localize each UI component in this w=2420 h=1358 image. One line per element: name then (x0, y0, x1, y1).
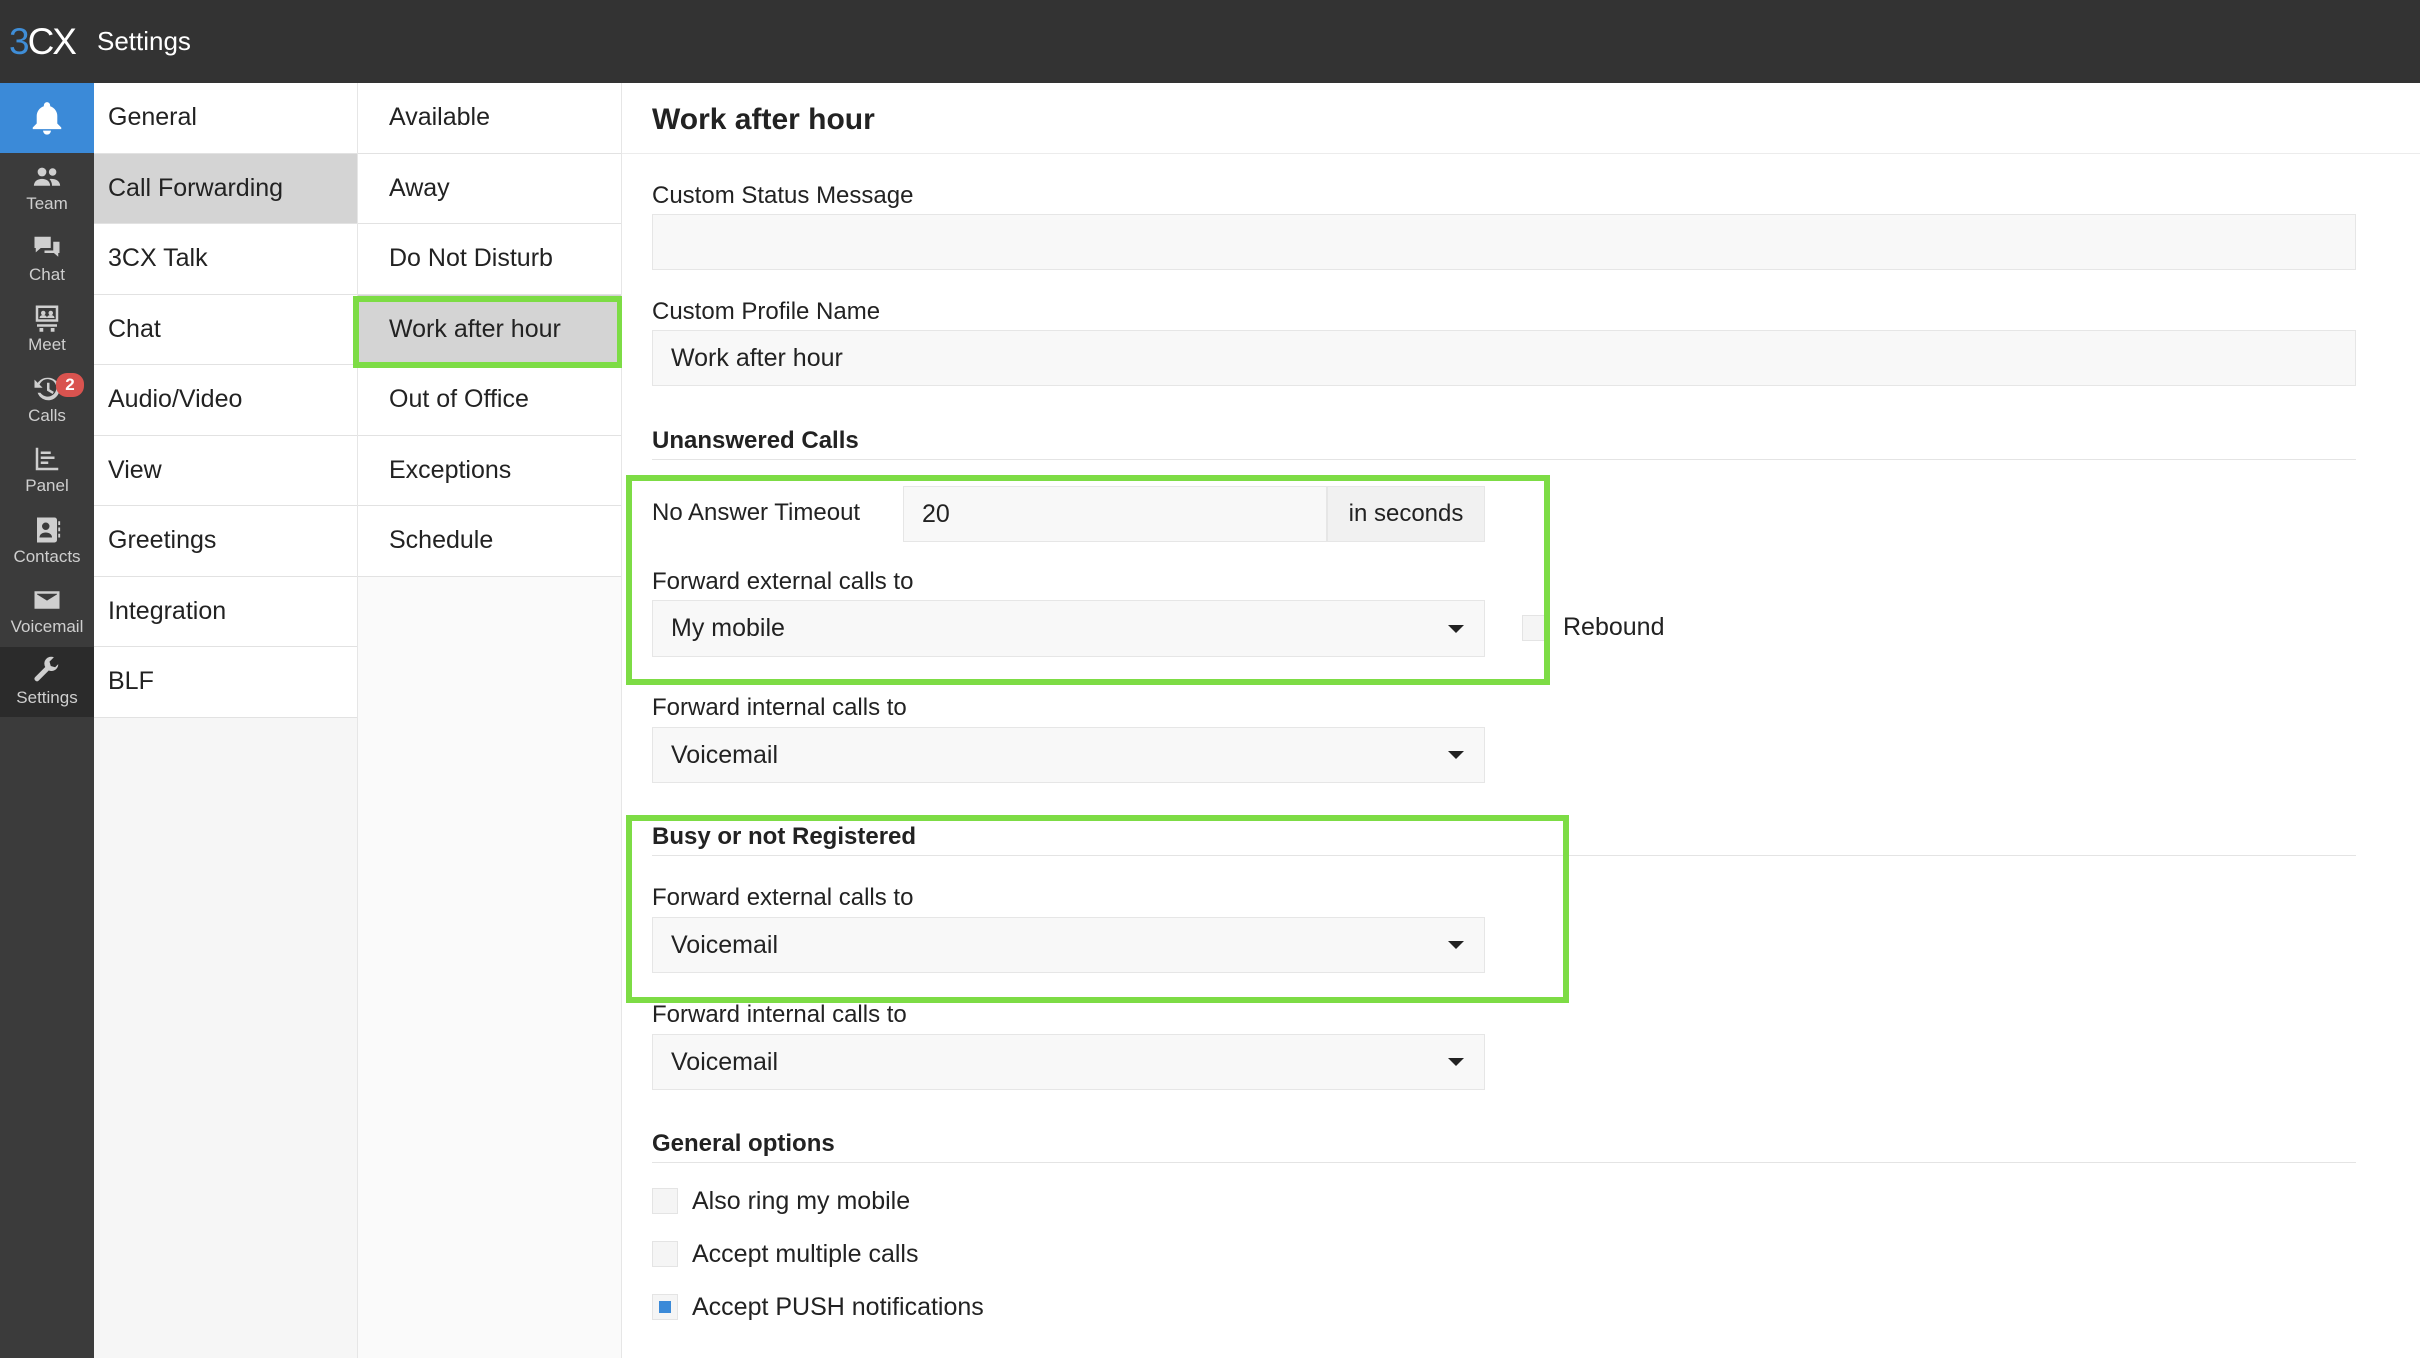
profile-item-schedule[interactable]: Schedule (358, 506, 621, 577)
unanswered-divider (652, 459, 2356, 460)
menu-item-view[interactable]: View (94, 435, 357, 506)
voicemail-icon (34, 591, 60, 609)
meet-icon (35, 305, 59, 332)
page-title: Work after hour (652, 103, 875, 136)
menu-item-chat[interactable]: Chat (94, 294, 357, 365)
rail-meet[interactable]: Meet (0, 294, 94, 365)
menu-item-general[interactable]: General (94, 83, 357, 154)
top-bar: 3 CX Settings (0, 0, 2420, 83)
rail-label-chat: Chat (29, 264, 65, 284)
profile-item-away[interactable]: Away (358, 153, 621, 224)
busy-heading: Busy or not Registered (652, 823, 917, 850)
general-options-divider (652, 1162, 2356, 1163)
unanswered-external-select[interactable]: My mobile (652, 600, 1485, 657)
rail-team[interactable]: Team (0, 153, 94, 224)
custom-profile-input[interactable]: Work after hour (652, 330, 2356, 386)
rail-label-panel: Panel (25, 476, 69, 496)
chevron-down-icon (1448, 624, 1464, 633)
rail-label-voicemail: Voicemail (10, 617, 84, 637)
main-panel: Work after hour Custom Status Message Cu… (622, 83, 2420, 1358)
rail-settings[interactable]: Settings (0, 646, 94, 717)
rail-calls[interactable]: Calls 2 (0, 365, 94, 436)
unanswered-internal-select[interactable]: Voicemail (652, 727, 1485, 783)
no-answer-timeout-input[interactable]: 20 (903, 486, 1327, 542)
rail-contacts[interactable]: Contacts (0, 506, 94, 577)
missed-calls-badge: 2 (56, 372, 84, 397)
profiles-menu: Available Away Do Not Disturb Work after… (358, 83, 622, 1358)
rebound-label: Rebound (1563, 613, 1665, 641)
chat-icon (34, 236, 60, 257)
menu-item-greetings[interactable]: Greetings (94, 506, 357, 577)
team-icon (33, 167, 61, 186)
settings-menu: General Call Forwarding 3CX Talk Chat Au… (94, 83, 358, 1358)
menu-item-3cx-talk[interactable]: 3CX Talk (94, 224, 357, 295)
timeout-unit-addon: in seconds (1327, 486, 1485, 542)
wrench-icon (34, 656, 59, 681)
unanswered-external-value: My mobile (671, 614, 785, 642)
unanswered-internal-value: Voicemail (671, 740, 778, 769)
chevron-down-icon (1448, 1058, 1464, 1066)
profile-item-available[interactable]: Available (358, 83, 621, 154)
custom-status-input[interactable] (652, 214, 2356, 270)
logo-part-cx: CX (27, 20, 77, 62)
rail-notifications[interactable] (0, 83, 94, 153)
multiple-calls-label: Accept multiple calls (692, 1240, 919, 1268)
no-answer-timeout-label: No Answer Timeout (652, 499, 861, 526)
icon-rail: Team Chat Meet Calls 2 Panel Contacts Vo… (0, 83, 94, 1358)
rebound-checkbox[interactable] (1522, 615, 1548, 641)
panel-icon (35, 448, 59, 471)
multiple-calls-checkbox[interactable] (652, 1241, 678, 1267)
profile-item-do-not-disturb[interactable]: Do Not Disturb (358, 224, 621, 295)
push-notifications-label: Accept PUSH notifications (692, 1293, 984, 1321)
rail-label-meet: Meet (28, 335, 66, 355)
profile-item-work-after-hour[interactable]: Work after hour (358, 294, 621, 365)
logo-part-3: 3 (9, 20, 30, 62)
contacts-icon (37, 517, 61, 543)
busy-external-value: Voicemail (671, 930, 778, 959)
unanswered-internal-label: Forward internal calls to (652, 694, 907, 721)
ring-mobile-label: Also ring my mobile (692, 1187, 911, 1215)
busy-external-select[interactable]: Voicemail (652, 917, 1485, 973)
ring-mobile-checkbox[interactable] (652, 1188, 678, 1214)
custom-status-label: Custom Status Message (652, 182, 914, 209)
busy-external-label: Forward external calls to (652, 884, 914, 911)
push-notifications-checkbox[interactable] (652, 1294, 678, 1320)
menu-item-integration[interactable]: Integration (94, 576, 357, 647)
busy-divider (652, 855, 2356, 856)
rail-label-team: Team (26, 194, 68, 214)
rail-chat[interactable]: Chat (0, 224, 94, 295)
rail-voicemail[interactable]: Voicemail (0, 576, 94, 647)
busy-internal-label: Forward internal calls to (652, 1001, 907, 1028)
custom-profile-label: Custom Profile Name (652, 298, 881, 325)
chevron-down-icon (1448, 751, 1464, 759)
bell-icon (32, 102, 62, 135)
rail-label-settings: Settings (16, 687, 78, 707)
rail-label-contacts: Contacts (13, 546, 81, 566)
menu-item-audio-video[interactable]: Audio/Video (94, 365, 357, 436)
general-options-heading: General options (652, 1130, 835, 1157)
unanswered-external-label: Forward external calls to (652, 568, 914, 595)
profile-item-exceptions[interactable]: Exceptions (358, 435, 621, 506)
busy-internal-select[interactable]: Voicemail (652, 1034, 1485, 1090)
rail-panel[interactable]: Panel (0, 435, 94, 506)
chevron-down-icon (1448, 941, 1464, 949)
title-divider (622, 153, 2420, 154)
3cx-logo[interactable]: 3 CX (9, 20, 77, 63)
app-title: Settings (96, 26, 191, 56)
unanswered-heading: Unanswered Calls (652, 427, 859, 454)
profile-item-out-of-office[interactable]: Out of Office (358, 365, 621, 436)
menu-item-blf[interactable]: BLF (94, 647, 357, 718)
busy-internal-value: Voicemail (671, 1047, 778, 1076)
rail-label-calls: Calls (28, 405, 66, 425)
menu-item-call-forwarding[interactable]: Call Forwarding (94, 153, 357, 224)
